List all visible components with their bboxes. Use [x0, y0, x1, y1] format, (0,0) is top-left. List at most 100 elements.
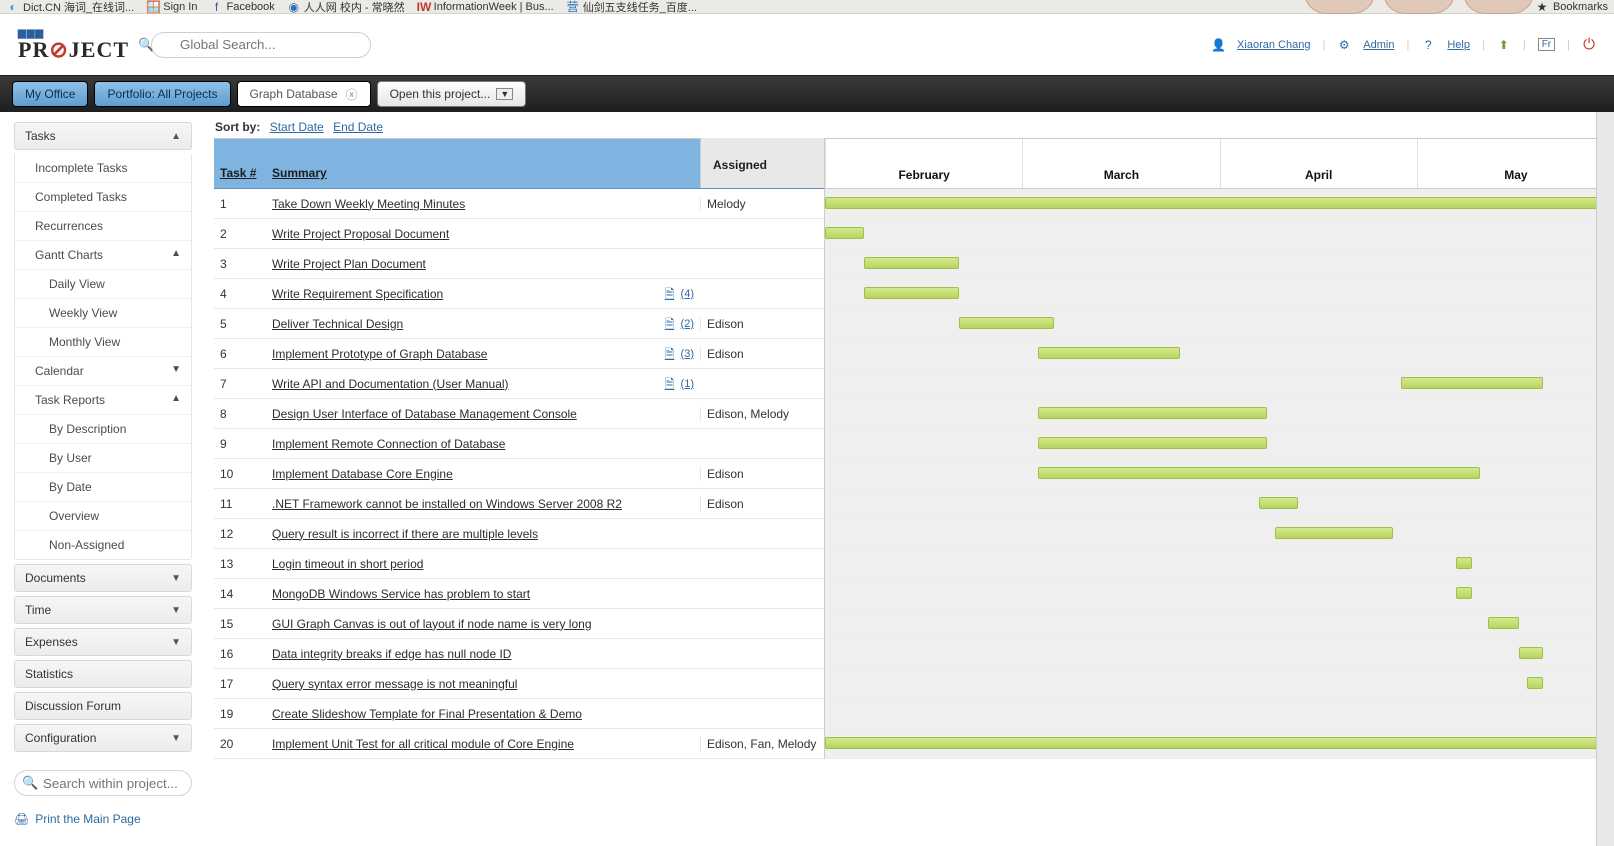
- task-summary-link[interactable]: Write API and Documentation (User Manual…: [272, 377, 509, 391]
- table-row: 17 Query syntax error message is not mea…: [214, 669, 824, 699]
- sidebar-by-description[interactable]: By Description: [15, 415, 191, 444]
- doc-count-badge[interactable]: 🗎(4): [663, 287, 694, 301]
- vertical-scrollbar[interactable]: [1596, 112, 1614, 846]
- gantt-bar[interactable]: [1488, 617, 1520, 629]
- tab-my-office[interactable]: My Office: [12, 81, 88, 107]
- task-summary-link[interactable]: MongoDB Windows Service has problem to s…: [272, 587, 530, 601]
- grid-header: Task # Summary Assigned: [214, 139, 824, 189]
- task-summary-link[interactable]: Write Project Plan Document: [272, 257, 426, 271]
- sidebar-completed-tasks[interactable]: Completed Tasks: [15, 183, 191, 212]
- doc-count-badge[interactable]: 🗎(3): [663, 347, 694, 361]
- col-summary[interactable]: Summary: [272, 166, 327, 180]
- project-search-input[interactable]: [14, 770, 192, 796]
- task-summary-link[interactable]: Write Requirement Specification: [272, 287, 443, 301]
- gantt-bar[interactable]: [1275, 527, 1393, 539]
- gantt-bar[interactable]: [864, 257, 959, 269]
- sort-start-date[interactable]: Start Date: [270, 120, 324, 134]
- task-number: 16: [214, 647, 266, 661]
- bookmark-tab[interactable]: IWInformationWeek | Bus...: [417, 0, 554, 14]
- task-summary-link[interactable]: Data integrity breaks if edge has null n…: [272, 647, 511, 661]
- sidebar-gantt-charts[interactable]: Gantt Charts▲: [15, 241, 191, 270]
- task-summary-link[interactable]: Deliver Technical Design: [272, 317, 403, 331]
- close-tab-icon[interactable]: ⓧ: [346, 86, 358, 103]
- tab-portfolio[interactable]: Portfolio: All Projects: [94, 81, 230, 107]
- bookmark-tab[interactable]: 🪟Sign In: [146, 0, 197, 14]
- task-number: 9: [214, 437, 266, 451]
- up-arrow-icon[interactable]: ⬆: [1497, 38, 1511, 52]
- lang-badge[interactable]: Fr: [1538, 38, 1555, 51]
- bookmarks-menu[interactable]: ★Bookmarks: [1535, 0, 1608, 14]
- gantt-bar[interactable]: [1038, 347, 1180, 359]
- gantt-row: [825, 189, 1614, 219]
- gantt-bar[interactable]: [959, 317, 1054, 329]
- power-icon[interactable]: ⏻: [1582, 38, 1596, 52]
- print-main-page-link[interactable]: 🖨Print the Main Page: [14, 812, 192, 826]
- gantt-row: [825, 459, 1614, 489]
- gantt-bar[interactable]: [1038, 407, 1267, 419]
- task-summary-link[interactable]: Implement Unit Test for all critical mod…: [272, 737, 574, 751]
- task-summary-link[interactable]: .NET Framework cannot be installed on Wi…: [272, 497, 622, 511]
- bookmark-tab[interactable]: ◐Dict.CN 海词_在线词...: [6, 0, 134, 15]
- task-summary-link[interactable]: Implement Remote Connection of Database: [272, 437, 505, 451]
- sidebar-incomplete-tasks[interactable]: Incomplete Tasks: [15, 154, 191, 183]
- gantt-bar[interactable]: [1456, 587, 1472, 599]
- gantt-bar[interactable]: [864, 287, 959, 299]
- doc-count-badge[interactable]: 🗎(2): [663, 317, 694, 331]
- sidebar-daily-view[interactable]: Daily View: [15, 270, 191, 299]
- gantt-bar[interactable]: [1038, 467, 1480, 479]
- gantt-bar[interactable]: [825, 737, 1614, 749]
- task-summary-link[interactable]: GUI Graph Canvas is out of layout if nod…: [272, 617, 592, 631]
- sidebar-by-date[interactable]: By Date: [15, 473, 191, 502]
- user-link[interactable]: Xiaoran Chang: [1237, 39, 1310, 51]
- gantt-row: [825, 249, 1614, 279]
- open-project-dropdown[interactable]: Open this project...▼: [377, 81, 527, 107]
- bookmark-tab[interactable]: ◉人人网 校内 - 常晓然: [287, 0, 405, 15]
- table-row: 7 Write API and Documentation (User Manu…: [214, 369, 824, 399]
- gantt-bar[interactable]: [825, 197, 1614, 209]
- gantt-row: [825, 219, 1614, 249]
- admin-link[interactable]: Admin: [1363, 39, 1394, 51]
- sidebar-non-assigned[interactable]: Non-Assigned: [15, 531, 191, 559]
- task-assigned: Edison: [700, 497, 824, 511]
- sidebar-monthly-view[interactable]: Monthly View: [15, 328, 191, 357]
- task-summary-link[interactable]: Create Slideshow Template for Final Pres…: [272, 707, 582, 721]
- sidebar-weekly-view[interactable]: Weekly View: [15, 299, 191, 328]
- task-summary-link[interactable]: Implement Prototype of Graph Database: [272, 347, 487, 361]
- task-summary-link[interactable]: Write Project Proposal Document: [272, 227, 449, 241]
- sidebar-time[interactable]: Time▼: [14, 596, 192, 624]
- task-summary-link[interactable]: Login timeout in short period: [272, 557, 423, 571]
- doc-count-badge[interactable]: 🗎(1): [663, 377, 694, 391]
- global-search-input[interactable]: [151, 32, 371, 58]
- task-summary-link[interactable]: Implement Database Core Engine: [272, 467, 453, 481]
- tab-graph-database[interactable]: Graph Databaseⓧ: [237, 81, 371, 107]
- task-summary-link[interactable]: Query result is incorrect if there are m…: [272, 527, 538, 541]
- sort-end-date[interactable]: End Date: [333, 120, 383, 134]
- gantt-bar[interactable]: [825, 227, 864, 239]
- sidebar-overview[interactable]: Overview: [15, 502, 191, 531]
- sidebar-documents[interactable]: Documents▼: [14, 564, 192, 592]
- sidebar-calendar[interactable]: Calendar▼: [15, 357, 191, 386]
- gantt-bar[interactable]: [1401, 377, 1543, 389]
- sidebar-discussion-forum[interactable]: Discussion Forum: [14, 692, 192, 720]
- sidebar-tasks[interactable]: Tasks▲: [14, 122, 192, 150]
- task-summary-link[interactable]: Take Down Weekly Meeting Minutes: [272, 197, 465, 211]
- gantt-bar[interactable]: [1456, 557, 1472, 569]
- sidebar-statistics[interactable]: Statistics: [14, 660, 192, 688]
- bookmark-tab[interactable]: fFacebook: [209, 0, 274, 14]
- task-summary-link[interactable]: Query syntax error message is not meanin…: [272, 677, 517, 691]
- bookmark-tab[interactable]: 营仙剑五支线任务_百度...: [566, 0, 697, 15]
- gantt-bar[interactable]: [1519, 647, 1543, 659]
- sidebar-recurrences[interactable]: Recurrences: [15, 212, 191, 241]
- sidebar-expenses[interactable]: Expenses▼: [14, 628, 192, 656]
- sidebar-configuration[interactable]: Configuration▼: [14, 724, 192, 752]
- gantt-bar[interactable]: [1527, 677, 1543, 689]
- search-icon: 🔍: [22, 775, 38, 791]
- sidebar-by-user[interactable]: By User: [15, 444, 191, 473]
- month-cell: April: [1220, 139, 1417, 188]
- sidebar-task-reports[interactable]: Task Reports▲: [15, 386, 191, 415]
- gantt-bar[interactable]: [1038, 437, 1267, 449]
- help-link[interactable]: Help: [1447, 39, 1470, 51]
- gantt-bar[interactable]: [1259, 497, 1298, 509]
- col-task-number[interactable]: Task #: [220, 166, 256, 180]
- task-summary-link[interactable]: Design User Interface of Database Manage…: [272, 407, 577, 421]
